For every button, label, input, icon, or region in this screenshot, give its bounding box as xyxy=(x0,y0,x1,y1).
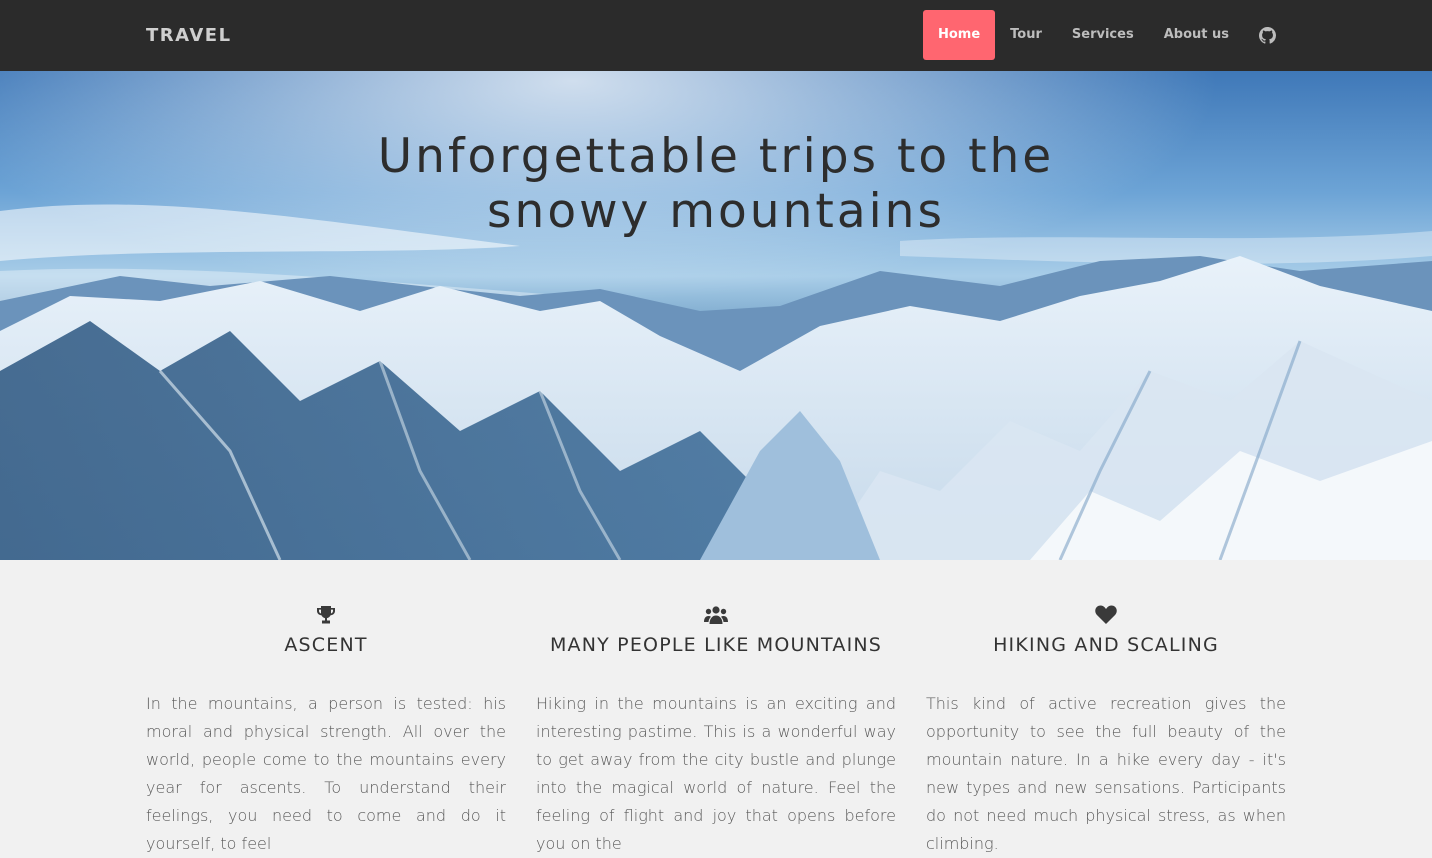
feature-title: ASCENT xyxy=(284,634,368,656)
nav-item-home[interactable]: Home xyxy=(922,10,996,60)
hero-title: Unforgettable trips to the snowy mountai… xyxy=(0,129,1432,239)
nav-menu: Home Tour Services About us xyxy=(922,10,1290,60)
nav-item-about-us[interactable]: About us xyxy=(1149,10,1244,60)
feature-text: Hiking in the mountains is an exciting a… xyxy=(536,694,896,853)
feature-title: HIKING AND SCALING xyxy=(993,634,1219,656)
hero-title-line-2: snowy mountains xyxy=(487,184,945,239)
features-section: ASCENT In the mountains, a person is tes… xyxy=(146,560,1286,853)
feature-many-people-like-mountains: MANY PEOPLE LIKE MOUNTAINS Hiking in the… xyxy=(536,560,896,853)
feature-hiking-and-scaling: HIKING AND SCALING This kind of active r… xyxy=(926,560,1286,853)
feature-text: In the mountains, a person is tested: hi… xyxy=(146,694,506,853)
feature-ascent: ASCENT In the mountains, a person is tes… xyxy=(146,560,506,853)
feature-title: MANY PEOPLE LIKE MOUNTAINS xyxy=(549,634,883,656)
nav-item-services[interactable]: Services xyxy=(1057,10,1149,60)
brand-logo[interactable]: TRAVEL xyxy=(146,0,232,71)
github-icon[interactable] xyxy=(1244,10,1290,60)
nav-item-tour[interactable]: Tour xyxy=(995,10,1057,60)
users-icon xyxy=(536,604,896,626)
top-navbar: TRAVEL Home Tour Services About us xyxy=(0,0,1432,71)
heart-icon xyxy=(926,604,1286,626)
hero-title-line-1: Unforgettable trips to the xyxy=(377,129,1055,184)
trophy-icon xyxy=(146,604,506,626)
feature-text: This kind of active recreation gives the… xyxy=(926,694,1286,853)
hero-banner: Unforgettable trips to the snowy mountai… xyxy=(0,71,1432,560)
